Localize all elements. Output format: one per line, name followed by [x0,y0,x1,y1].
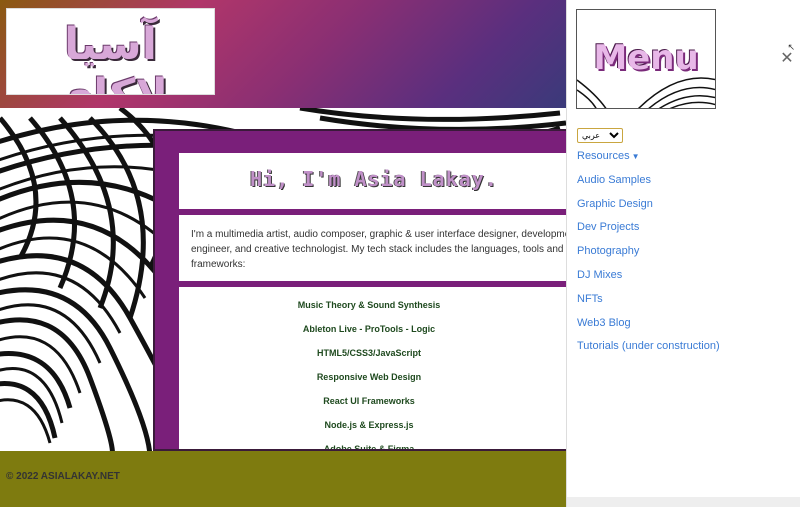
copyright-text: © 2022 ASIALAKAY.NET [6,471,120,482]
resources-label: Resources [577,150,630,162]
site-header: آسيا لاكاي [0,0,566,108]
menu-item-tutorials[interactable]: Tutorials (under construction) [577,338,720,362]
menu-item-photography[interactable]: Photography [577,243,720,267]
menu-nav: Resources ▼ Audio Samples Graphic Design … [577,148,720,362]
skill-item: Responsive Web Design [316,372,422,382]
menu-item-dj-mixes[interactable]: DJ Mixes [577,267,720,291]
menu-item-graphic-design[interactable]: Graphic Design [577,196,720,220]
menu-item-web3-blog[interactable]: Web3 Blog [577,315,720,339]
menu-item-nfts[interactable]: NFTs [577,291,720,315]
site-footer: © 2022 ASIALAKAY.NET [0,451,566,507]
skill-item: React UI Frameworks [323,396,415,406]
bio-text: I'm a multimedia artist, audio composer,… [191,229,566,270]
bio-card: I'm a multimedia artist, audio composer,… [179,215,566,281]
menu-logo: Menu [576,9,716,109]
menu-logo-text: Menu [593,38,699,78]
page-title: Hi, I'm Asia Lakay. [250,167,498,191]
title-card: Hi, I'm Asia Lakay. [179,153,566,209]
site-logo[interactable]: آسيا لاكاي [6,8,215,95]
caret-down-icon: ▼ [631,152,640,161]
logo-text: آسيا لاكاي [53,19,168,94]
skill-item: HTML5/CSS3/JavaScript [316,348,422,358]
resources-dropdown[interactable]: Resources ▼ [577,148,720,172]
menu-item-audio-samples[interactable]: Audio Samples [577,172,720,196]
skill-item: Node.js & Express.js [324,420,414,430]
language-select[interactable]: عربي [577,128,623,143]
horizontal-scrollbar[interactable] [567,497,800,507]
close-menu-button[interactable]: ✕ [780,51,794,67]
skill-item: Adobe Suite & Figma [323,444,415,451]
menu-item-dev-projects[interactable]: Dev Projects [577,219,720,243]
menu-sidebar: Menu ↖ ✕ عربي Resources ▼ Audio Samples G… [566,0,800,507]
skill-item: Music Theory & Sound Synthesis [297,300,441,310]
skills-card: Music Theory & Sound Synthesis Ableton L… [179,287,566,451]
skill-item: Ableton Live - ProTools - Logic [302,324,436,334]
content-panel: Hi, I'm Asia Lakay. I'm a multimedia art… [153,129,566,451]
